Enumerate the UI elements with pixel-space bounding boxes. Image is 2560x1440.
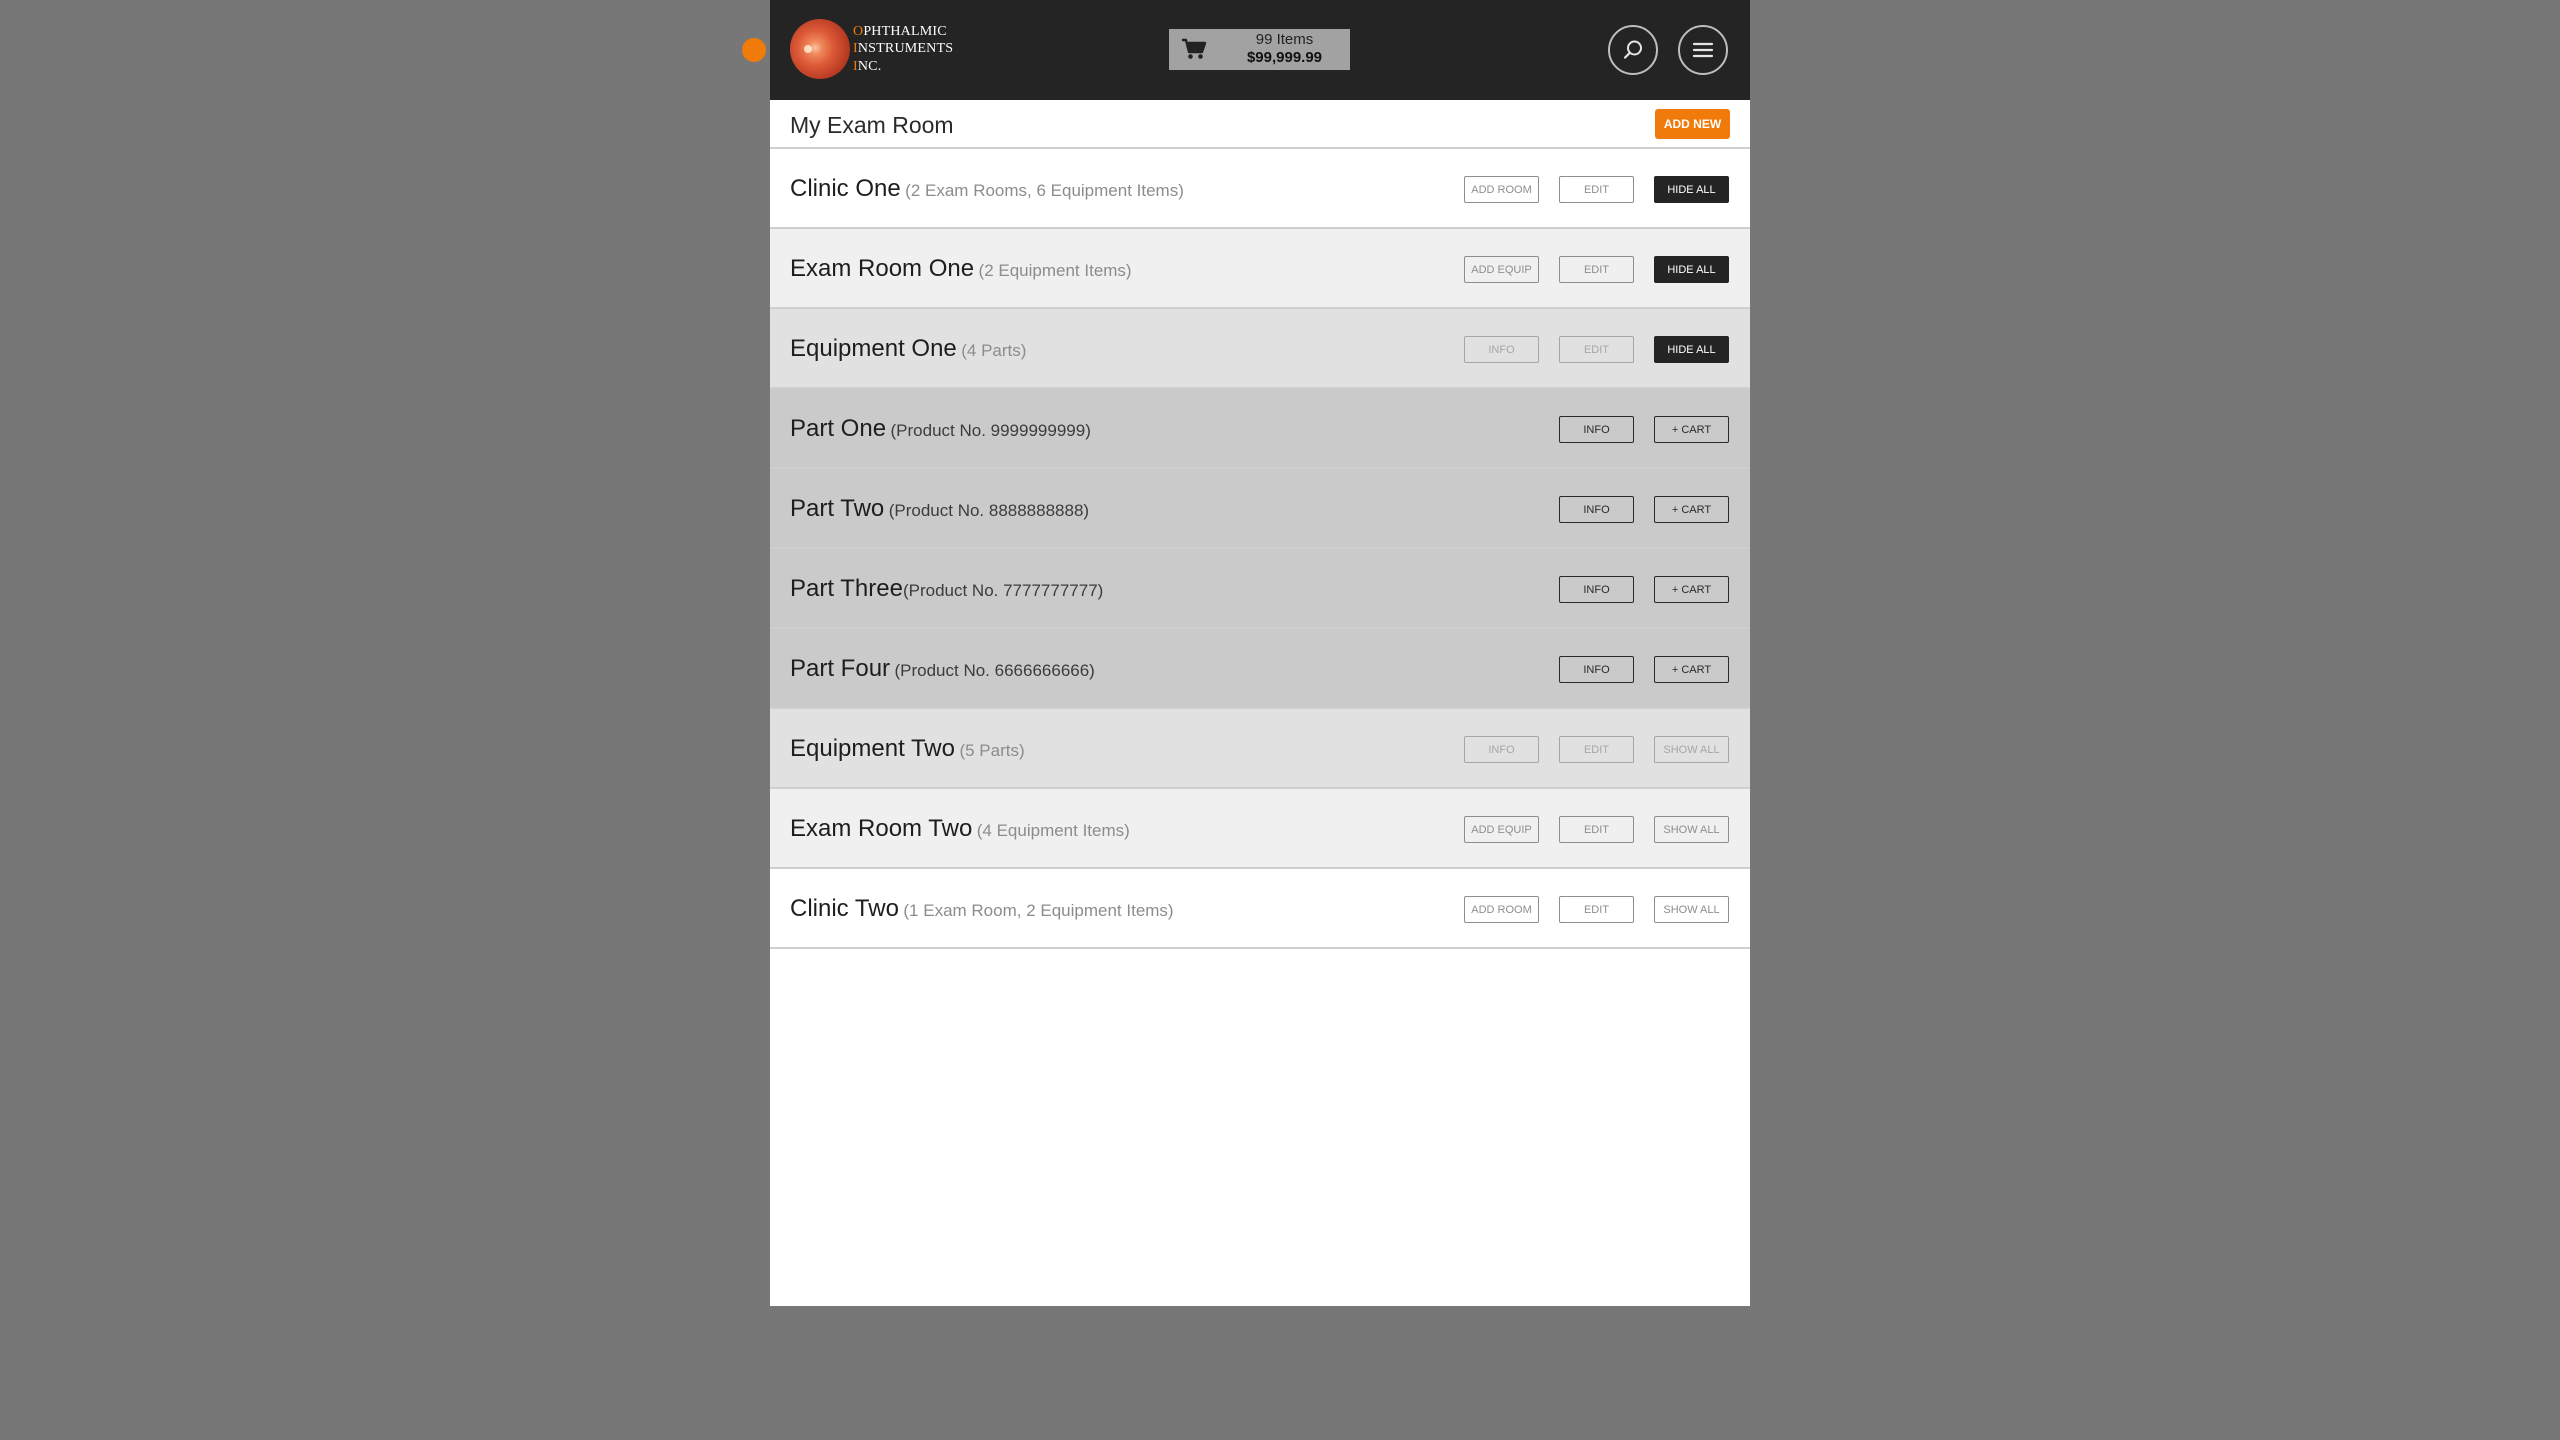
search-icon (1623, 40, 1642, 59)
row-label: Part One (Product No. 9999999999) (790, 415, 1091, 443)
add-room-button[interactable]: ADD ROOM (1464, 176, 1539, 203)
show-all-button[interactable]: SHOW ALL (1654, 736, 1729, 763)
row-name: Exam Room One (790, 255, 975, 282)
row-label: Equipment Two (5 Parts) (790, 735, 1025, 763)
info-button[interactable]: INFO (1464, 336, 1539, 363)
info-button[interactable]: INFO (1559, 576, 1634, 603)
row-detail: (Product No. 6666666666) (894, 661, 1095, 680)
add-new-button[interactable]: ADD NEW (1655, 109, 1730, 139)
edit-button[interactable]: EDIT (1559, 256, 1634, 283)
row-detail: (Product No. 7777777777) (902, 581, 1104, 600)
logo-letter: O (853, 23, 864, 39)
info-button[interactable]: INFO (1559, 496, 1634, 523)
logo-word: NSTRUMENTS (857, 41, 954, 57)
clinic-row: Clinic One (2 Exam Rooms, 6 Equipment It… (770, 149, 1750, 229)
row-detail: (Product No. 8888888888) (888, 501, 1090, 520)
page-title: My Exam Room (790, 112, 954, 138)
row-detail: (Product No. 9999999999) (890, 421, 1091, 440)
row-label: Equipment One (4 Parts) (790, 335, 1026, 363)
app-panel: OPHTHALMIC INSTRUMENTS INC. 99 Items $99… (770, 0, 1750, 1306)
row-name: Part One (790, 415, 887, 442)
row-detail: (2 Exam Rooms, 6 Equipment Items) (905, 181, 1184, 200)
add-to-cart-button[interactable]: + CART (1654, 496, 1729, 523)
row-detail: (5 Parts) (959, 741, 1025, 760)
equipment-row: Equipment Two (5 Parts) INFO EDIT SHOW A… (770, 709, 1750, 789)
row-label: Part Four (Product No. 6666666666) (790, 655, 1095, 683)
info-button[interactable]: INFO (1559, 656, 1634, 683)
logo-text: OPHTHALMIC INSTRUMENTS INC. (853, 23, 953, 76)
row-name: Clinic One (790, 175, 901, 202)
hide-all-button[interactable]: HIDE ALL (1654, 256, 1729, 283)
info-button[interactable]: INFO (1464, 736, 1539, 763)
eye-logo-icon (790, 19, 850, 79)
clinic-row: Clinic Two (1 Exam Room, 2 Equipment Ite… (770, 869, 1750, 949)
edit-button[interactable]: EDIT (1559, 896, 1634, 923)
part-row: Part Four (Product No. 6666666666) INFO … (770, 629, 1750, 709)
company-logo[interactable]: OPHTHALMIC INSTRUMENTS INC. (790, 19, 953, 79)
row-name: Part Four (790, 655, 891, 682)
row-detail: (4 Equipment Items) (976, 821, 1130, 840)
exam-room-row: Exam Room Two (4 Equipment Items) ADD EQ… (770, 789, 1750, 869)
part-row: Part One (Product No. 9999999999) INFO +… (770, 389, 1750, 469)
add-equip-button[interactable]: ADD EQUIP (1464, 256, 1539, 283)
info-button[interactable]: INFO (1559, 416, 1634, 443)
page-title-bar: My Exam Room ADD NEW (770, 100, 1750, 149)
row-name: Equipment Two (790, 735, 955, 762)
row-label: Part Two (Product No. 8888888888) (790, 495, 1089, 523)
top-header: OPHTHALMIC INSTRUMENTS INC. 99 Items $99… (770, 0, 1750, 100)
cart-item-count: 99 Items (1255, 31, 1314, 48)
row-name: Part Two (790, 495, 885, 522)
edit-button[interactable]: EDIT (1559, 816, 1634, 843)
search-button[interactable] (1608, 25, 1658, 75)
row-label: Exam Room Two (4 Equipment Items) (790, 815, 1130, 843)
row-name: Equipment One (790, 335, 957, 362)
row-detail: (2 Equipment Items) (978, 261, 1132, 280)
add-to-cart-button[interactable]: + CART (1654, 416, 1729, 443)
add-equip-button[interactable]: ADD EQUIP (1464, 816, 1539, 843)
row-label: Exam Room One (2 Equipment Items) (790, 255, 1132, 283)
cart-summary-button[interactable]: 99 Items $99,999.99 (1169, 29, 1350, 70)
row-label: Clinic One (2 Exam Rooms, 6 Equipment It… (790, 175, 1184, 203)
add-room-button[interactable]: ADD ROOM (1464, 896, 1539, 923)
show-all-button[interactable]: SHOW ALL (1654, 896, 1729, 923)
part-row: Part Three(Product No. 7777777777) INFO … (770, 549, 1750, 629)
equipment-row: Equipment One (4 Parts) INFO EDIT HIDE A… (770, 309, 1750, 389)
edit-button[interactable]: EDIT (1559, 336, 1634, 363)
hide-all-button[interactable]: HIDE ALL (1654, 336, 1729, 363)
part-row: Part Two (Product No. 8888888888) INFO +… (770, 469, 1750, 549)
row-name: Part Three (790, 575, 903, 602)
menu-button[interactable] (1678, 25, 1728, 75)
hide-all-button[interactable]: HIDE ALL (1654, 176, 1729, 203)
add-to-cart-button[interactable]: + CART (1654, 656, 1729, 683)
show-all-button[interactable]: SHOW ALL (1654, 816, 1729, 843)
edit-button[interactable]: EDIT (1559, 736, 1634, 763)
status-dot (742, 38, 766, 62)
row-label: Part Three(Product No. 7777777777) (790, 575, 1103, 603)
logo-word: PHTHALMIC (863, 23, 947, 39)
row-name: Clinic Two (790, 895, 899, 922)
cart-total: $99,999.99 (1246, 49, 1323, 66)
logo-word: NC. (857, 58, 882, 74)
row-detail: (1 Exam Room, 2 Equipment Items) (903, 901, 1174, 920)
row-detail: (4 Parts) (961, 341, 1027, 360)
row-label: Clinic Two (1 Exam Room, 2 Equipment Ite… (790, 895, 1174, 923)
exam-room-row: Exam Room One (2 Equipment Items) ADD EQ… (770, 229, 1750, 309)
add-to-cart-button[interactable]: + CART (1654, 576, 1729, 603)
hamburger-menu-icon (1692, 42, 1714, 58)
shopping-cart-icon (1182, 38, 1207, 59)
edit-button[interactable]: EDIT (1559, 176, 1634, 203)
row-name: Exam Room Two (790, 815, 973, 842)
